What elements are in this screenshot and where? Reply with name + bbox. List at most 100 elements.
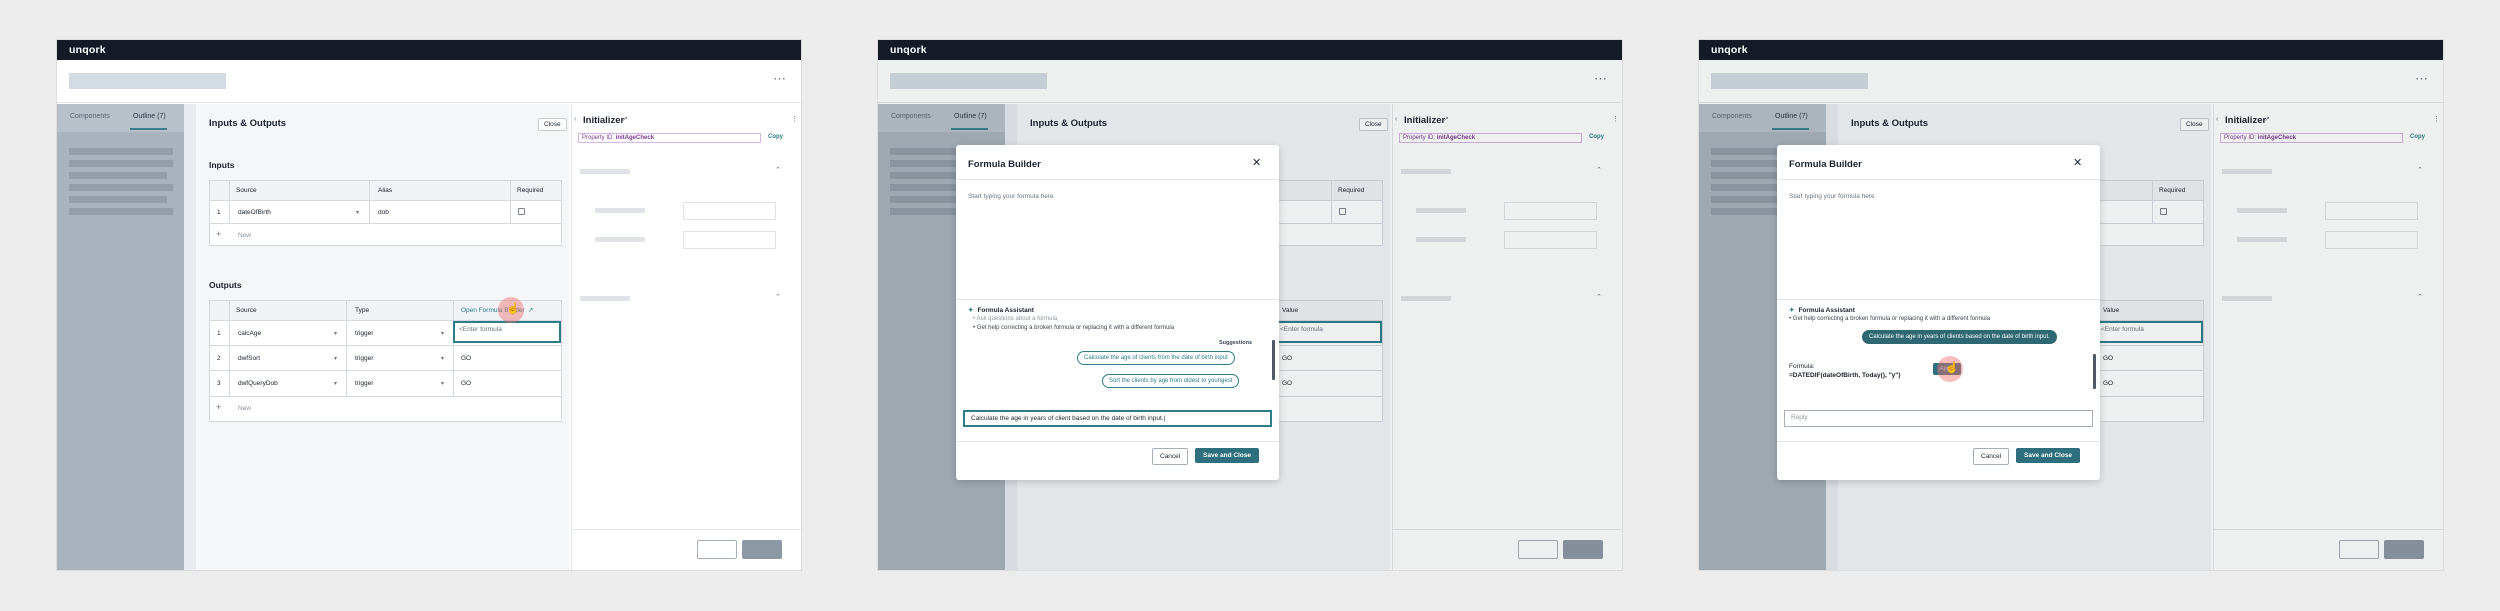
page-title-placeholder	[69, 73, 226, 89]
source-select[interactable]: dateOfBirth	[238, 209, 271, 216]
close-icon[interactable]: ✕	[1252, 156, 1261, 169]
pointer-cursor-icon: ☝	[1945, 362, 1959, 374]
property-id-value: initAgeCheck	[615, 135, 655, 141]
formula-editor[interactable]: Start typing your formula here	[968, 193, 1054, 200]
outline-item-placeholder	[69, 172, 167, 179]
add-row-icon[interactable]: +	[216, 402, 221, 412]
app-logo: unqork	[1711, 44, 1748, 56]
collapse-panel-icon[interactable]: ‹	[574, 116, 576, 123]
panel-footer-divider	[572, 529, 801, 530]
screen-3: unqork ⋯ Components Outline (7) Inputs &…	[1699, 40, 2443, 570]
field-input-placeholder[interactable]	[683, 231, 776, 249]
assistant-title: ✦ Formula Assistant	[968, 306, 1034, 314]
field-label-placeholder	[595, 237, 645, 242]
outputs-heading: Outputs	[209, 280, 242, 290]
save-and-close-button[interactable]: Save and Close	[2016, 448, 2081, 463]
cancel-button[interactable]: Cancel	[1973, 448, 2010, 465]
source-select[interactable]: dwfQueryDob	[238, 380, 278, 387]
alias-input[interactable]: dob	[378, 209, 389, 216]
chevron-down-icon[interactable]: ▾	[441, 380, 444, 387]
source-select[interactable]: dwfSort	[238, 355, 260, 362]
type-select[interactable]: trigger	[355, 380, 373, 387]
chevron-down-icon[interactable]: ▾	[441, 330, 444, 337]
outline-item-placeholder	[69, 196, 167, 203]
modal-backdrop	[878, 60, 1622, 104]
inputs-table: Source Alias Required 1 dateOfBirth ▾ do…	[209, 180, 562, 246]
value-cell[interactable]: GO	[461, 380, 471, 387]
panel-title: Inputs & Outputs	[209, 118, 287, 129]
save-and-close-button[interactable]: Save and Close	[1195, 448, 1260, 463]
formula-result-value: =DATEDIF(dateOfBirth, Today(), "y")	[1789, 372, 1901, 379]
row-number: 2	[217, 355, 221, 362]
field-input-placeholder[interactable]	[683, 202, 776, 220]
assistant-chat-input[interactable]: Calculate the age in years of client bas…	[963, 410, 1272, 427]
assistant-bullet: • Get help correcting a broken formula o…	[1789, 316, 1991, 322]
modal-divider	[956, 179, 1279, 180]
assistant-title-label: Formula Assistant	[977, 307, 1034, 314]
chevron-down-icon[interactable]: ▾	[334, 380, 337, 387]
secondary-button[interactable]	[697, 540, 737, 559]
sidebar-tabs: Components Outline (7)	[57, 104, 184, 132]
scrollbar[interactable]	[1272, 340, 1275, 380]
assistant-bullet-text: Ask questions about a formula	[976, 316, 1058, 322]
component-settings-panel: ‹ Initializer ↗ ⋮ Property ID: initAgeCh…	[571, 104, 801, 570]
external-link-icon[interactable]: ↗	[528, 306, 533, 314]
type-select[interactable]: trigger	[355, 330, 373, 337]
tab-outline[interactable]: Outline (7)	[133, 113, 166, 120]
cancel-button[interactable]: Cancel	[1152, 448, 1189, 465]
col-header-alias: Alias	[378, 187, 393, 194]
chevron-up-icon[interactable]: ⌃	[775, 293, 781, 301]
more-options-icon[interactable]: ⋯	[773, 71, 787, 87]
modal-divider	[956, 441, 1279, 442]
app-logo: unqork	[890, 44, 927, 56]
col-header-type: Type	[355, 307, 370, 314]
outline-item-placeholder	[69, 160, 173, 167]
col-header-source: Source	[236, 187, 257, 194]
chevron-down-icon[interactable]: ▾	[441, 355, 444, 362]
source-select[interactable]: calcAge	[238, 330, 261, 337]
scrollbar[interactable]	[2093, 354, 2096, 389]
new-row-label[interactable]: New	[238, 405, 251, 412]
new-row-label[interactable]: New	[238, 232, 251, 239]
formula-assistant: ✦ Formula Assistant • Ask questions about…	[956, 299, 1279, 441]
chevron-down-icon[interactable]: ▾	[334, 355, 337, 362]
chevron-down-icon[interactable]: ▾	[334, 330, 337, 337]
page-header: ⋯	[57, 60, 801, 103]
suggestion-chip[interactable]: Calculate the age of clients from the da…	[1077, 351, 1235, 365]
sparkle-icon: ✦	[1789, 307, 1795, 314]
property-id-field[interactable]: Property ID: initAgeCheck	[578, 133, 761, 143]
assistant-title: ✦ Formula Assistant	[1789, 306, 1855, 314]
pointer-cursor-icon: ☝	[506, 303, 520, 315]
required-checkbox[interactable]	[518, 208, 525, 215]
section-header-placeholder	[580, 296, 630, 301]
kebab-menu-icon[interactable]: ⋮	[791, 115, 798, 123]
assistant-bullet-text: Get help correcting a broken formula or …	[976, 325, 1175, 331]
copy-button[interactable]: Copy	[768, 134, 783, 140]
reply-input[interactable]: Reply	[1784, 410, 2093, 427]
outline-item-placeholder	[69, 208, 173, 215]
top-nav-bar: unqork	[57, 40, 801, 60]
outline-item-placeholder	[69, 148, 173, 155]
screen-2: unqork ⋯ Components Outline (7) Inputs &…	[878, 40, 1622, 570]
app-logo: unqork	[69, 44, 106, 56]
type-select[interactable]: trigger	[355, 355, 373, 362]
suggestion-chip[interactable]: Sort the clients by age from oldest to y…	[1102, 374, 1240, 388]
chevron-down-icon[interactable]: ▾	[356, 209, 359, 216]
close-icon[interactable]: ✕	[2073, 156, 2082, 169]
close-button[interactable]: Close	[538, 118, 567, 131]
property-id-label: Property ID:	[582, 135, 615, 141]
formula-input[interactable]: <Enter formula	[453, 321, 561, 343]
chevron-up-icon[interactable]: ⌃	[775, 166, 781, 174]
open-external-icon[interactable]: ↗	[622, 115, 628, 123]
top-nav-bar: unqork	[878, 40, 1622, 60]
formula-assistant: ✦ Formula Assistant • Get help correcting…	[1777, 299, 2100, 441]
tab-components[interactable]: Components	[70, 113, 110, 120]
add-row-icon[interactable]: +	[216, 229, 221, 239]
row-number: 1	[217, 330, 221, 337]
active-tab-indicator	[130, 128, 167, 130]
modal-divider	[1777, 179, 2100, 180]
formula-editor[interactable]: Start typing your formula here	[1789, 193, 1875, 200]
value-cell[interactable]: GO	[461, 355, 471, 362]
primary-button[interactable]	[742, 540, 782, 559]
canvas-gutter	[184, 104, 196, 570]
